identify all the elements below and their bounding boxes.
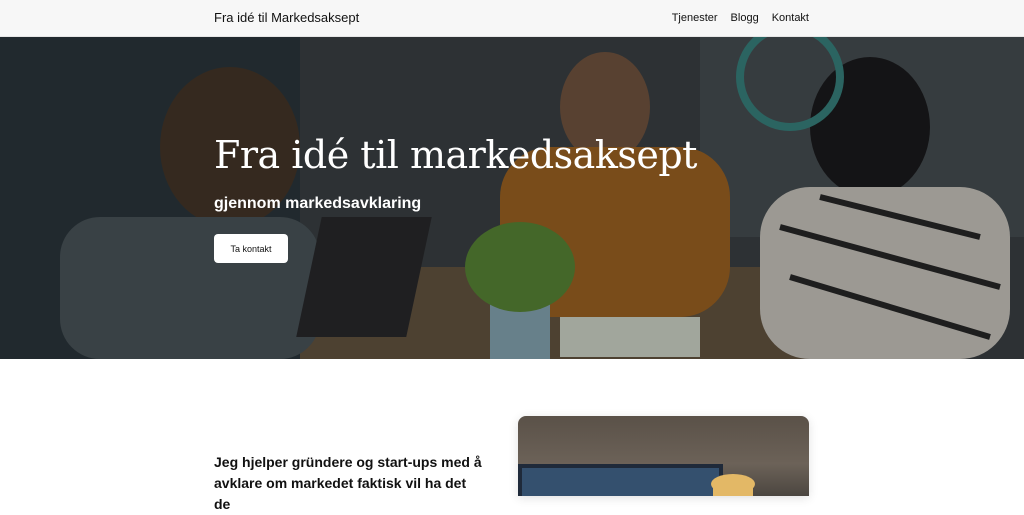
nav-link-kontakt[interactable]: Kontakt bbox=[772, 12, 809, 24]
hero-section: Fra idé til markedsaksept gjennom marked… bbox=[0, 37, 1024, 359]
site-header: Fra idé til Markedsaksept Tjenester Blog… bbox=[0, 0, 1024, 37]
hero-subtitle: gjennom markedsavklaring bbox=[214, 195, 422, 212]
intro-text: Jeg hjelper gründere og start-ups med å … bbox=[214, 454, 482, 512]
nav-link-blogg[interactable]: Blogg bbox=[731, 12, 759, 24]
site-title-link[interactable]: Fra idé til Markedsaksept bbox=[214, 10, 359, 25]
nav-link-tjenester[interactable]: Tjenester bbox=[672, 12, 718, 24]
contact-button[interactable]: Ta kontakt bbox=[214, 234, 288, 263]
intro-photo bbox=[518, 416, 809, 496]
main-nav: Tjenester Blogg Kontakt bbox=[672, 12, 809, 24]
hero-title: Fra idé til markedsaksept bbox=[214, 133, 697, 177]
intro-photo-graphic bbox=[518, 464, 755, 496]
hero-overlay bbox=[0, 37, 1024, 359]
